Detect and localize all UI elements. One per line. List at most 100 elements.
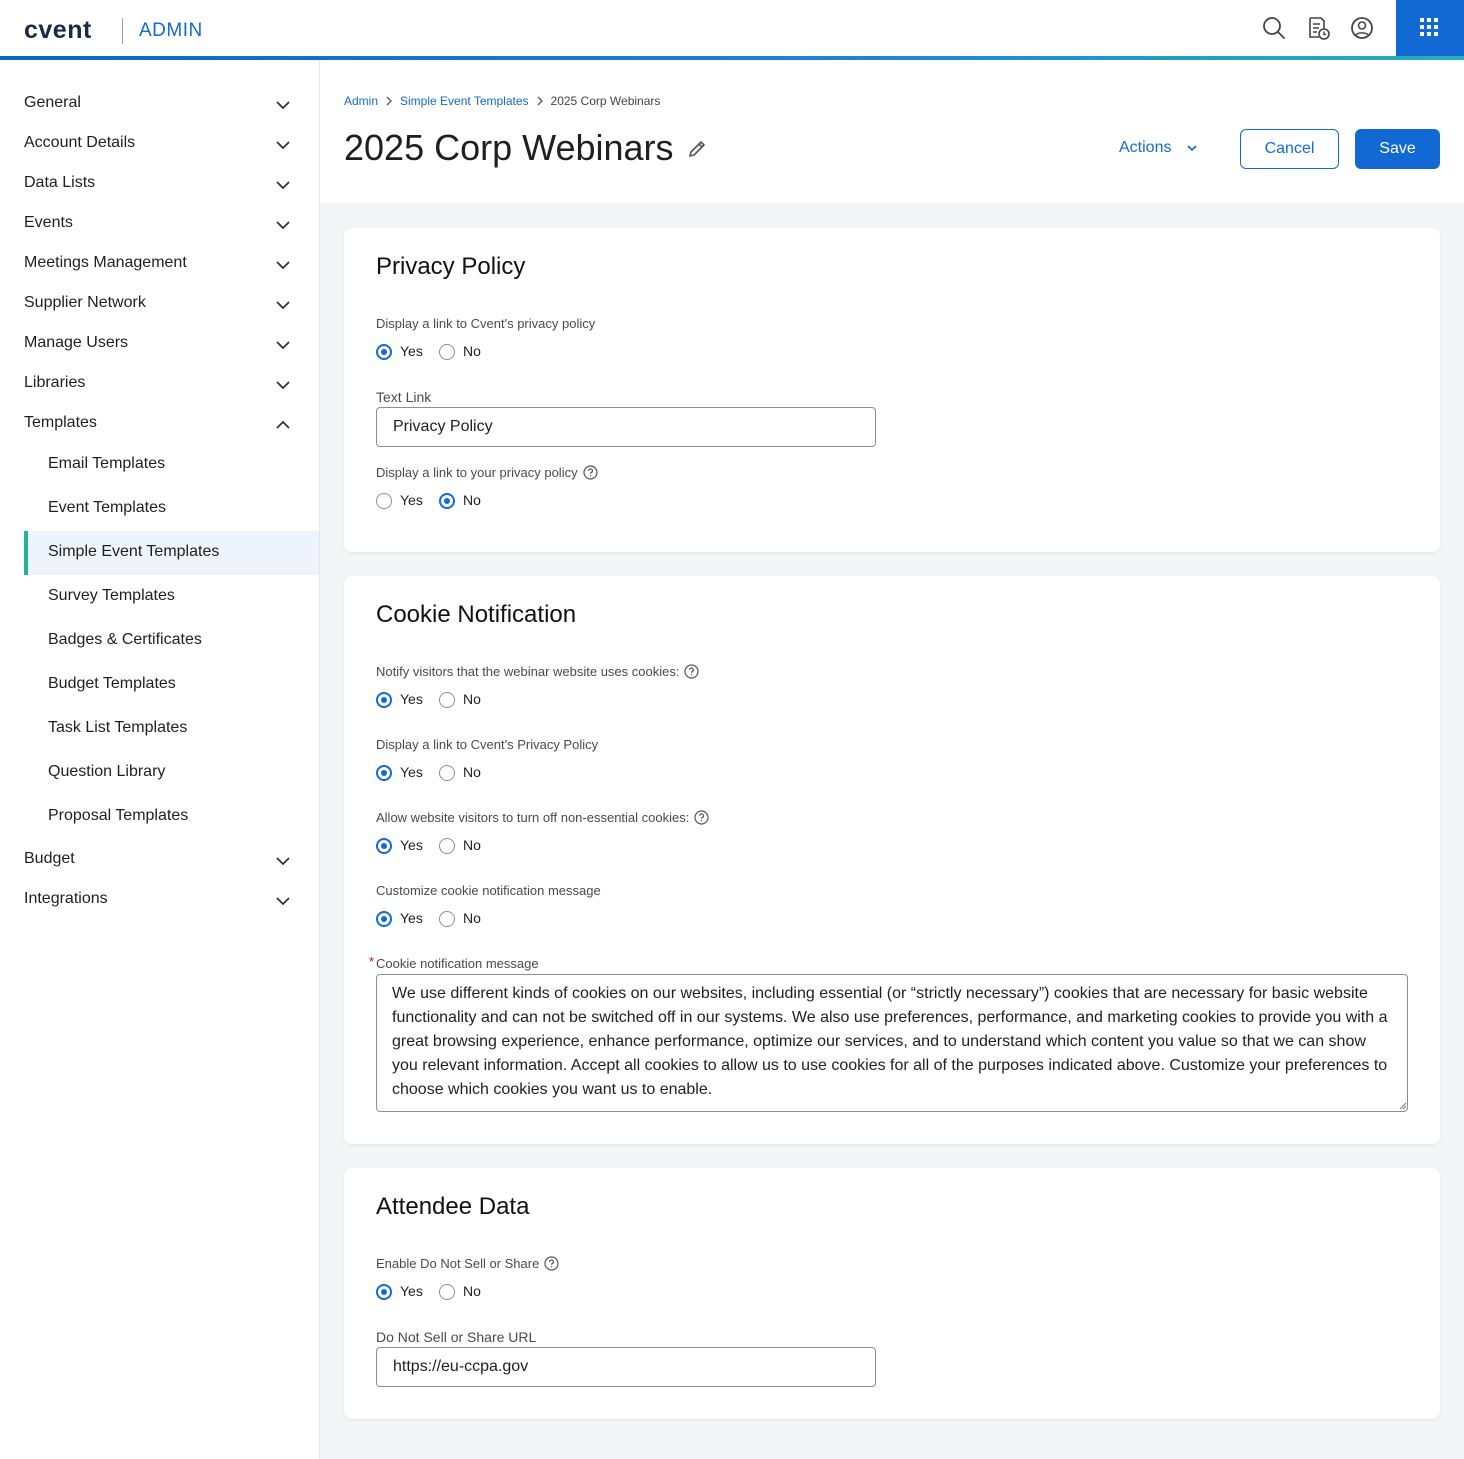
sidebar-subitem-question-library[interactable]: Question Library <box>24 751 319 795</box>
edit-pencil-icon[interactable] <box>686 138 708 160</box>
sidebar-item-libraries[interactable]: Libraries <box>0 364 319 404</box>
radio-label: Yes <box>400 492 423 508</box>
radio-label: No <box>463 837 481 853</box>
sidebar-subitem-label: Budget Templates <box>48 675 176 692</box>
sidebar-subitem-label: Badges & Certificates <box>48 631 202 648</box>
field-label-text: Enable Do Not Sell or Share <box>376 1256 540 1271</box>
chevron-down-icon <box>276 381 290 390</box>
sidebar-item-budget[interactable]: Budget <box>0 840 319 880</box>
sidebar-item-supplier-network[interactable]: Supplier Network <box>0 284 319 324</box>
sidebar-item-label: Libraries <box>24 374 86 391</box>
chevron-down-icon <box>276 221 290 230</box>
resize-handle-icon[interactable] <box>1399 1102 1407 1110</box>
radio-label: No <box>463 910 481 926</box>
sidebar-subitem-proposal-templates[interactable]: Proposal Templates <box>24 795 319 839</box>
radio-label: No <box>463 691 481 707</box>
sidebar-item-templates[interactable]: Templates <box>0 404 319 444</box>
breadcrumb-current: 2025 Corp Webinars <box>550 94 661 108</box>
do-not-sell-url-label: Do Not Sell or Share URL <box>376 1329 537 1345</box>
sidebar-item-data-lists[interactable]: Data Lists <box>0 164 319 204</box>
breadcrumb: Admin Simple Event Templates 2025 Corp Web… <box>344 94 660 108</box>
chevron-up-icon <box>276 420 290 429</box>
breadcrumb-admin[interactable]: Admin <box>344 94 378 108</box>
sidebar-subitem-survey-templates[interactable]: Survey Templates <box>24 575 319 619</box>
radio-label: No <box>463 764 481 780</box>
field-label-text: Display a link to your privacy policy <box>376 465 578 480</box>
chevron-down-icon <box>276 141 290 150</box>
do-not-sell-label: Enable Do Not Sell or Share <box>376 1256 559 1271</box>
sidebar-item-label: Budget <box>24 850 75 867</box>
sidebar-item-label: Account Details <box>24 134 136 151</box>
cvent-privacy-link-label: Display a link to Cvent's privacy policy <box>376 316 596 331</box>
card-title: Privacy Policy <box>376 253 526 280</box>
event-schedule-icon[interactable] <box>1304 14 1332 42</box>
help-icon[interactable] <box>694 810 709 825</box>
sidebar-subitem-label: Email Templates <box>48 455 166 472</box>
notify-cookies-label: Notify visitors that the webinar website… <box>376 664 700 679</box>
radio-label: Yes <box>400 691 423 707</box>
customize-message-label: Customize cookie notification message <box>376 883 601 898</box>
radio-dot <box>439 1284 455 1300</box>
text-link-input[interactable] <box>376 407 876 447</box>
sidebar-subitem-label: Task List Templates <box>48 719 188 736</box>
sidebar-subitem-task-list-templates[interactable]: Task List Templates <box>24 707 319 751</box>
sidebar-subitem-budget-templates[interactable]: Budget Templates <box>24 663 319 707</box>
chevron-down-icon <box>276 897 290 906</box>
sidebar-item-manage-users[interactable]: Manage Users <box>0 324 319 364</box>
radio-dot <box>376 911 392 927</box>
chevron-down-icon <box>1187 145 1197 152</box>
turn-off-cookies-label: Allow website visitors to turn off non-e… <box>376 810 709 825</box>
cvent-policy-link-label: Display a link to Cvent's Privacy Policy <box>376 737 599 752</box>
sidebar-subitem-event-templates[interactable]: Event Templates <box>24 487 319 531</box>
radio-label: No <box>463 343 481 359</box>
radio-dot <box>376 1284 392 1300</box>
radio-label: Yes <box>400 910 423 926</box>
sidebar-item-integrations[interactable]: Integrations <box>0 880 319 920</box>
radio-dot <box>376 838 392 854</box>
attendee-data-card: Attendee Data Enable Do Not Sell or Shar… <box>344 1168 1440 1419</box>
radio-label: Yes <box>400 343 423 359</box>
radio-dot <box>439 692 455 708</box>
chevron-down-icon <box>276 181 290 190</box>
save-button[interactable]: Save <box>1355 129 1440 169</box>
breadcrumb-simple-event-templates[interactable]: Simple Event Templates <box>400 94 529 108</box>
do-not-sell-url-input[interactable] <box>376 1347 876 1387</box>
sidebar-subitem-label: Event Templates <box>48 499 166 516</box>
page-title: 2025 Corp Webinars <box>344 127 674 168</box>
app-launcher-button[interactable] <box>1396 0 1464 56</box>
chevron-down-icon <box>276 101 290 110</box>
sidebar-subitem-email-templates[interactable]: Email Templates <box>24 443 319 487</box>
sidebar-subitem-label: Survey Templates <box>48 587 175 604</box>
field-label-text: Allow website visitors to turn off non-e… <box>376 810 690 825</box>
sidebar-item-general[interactable]: General <box>0 84 319 124</box>
cookie-notification-card: Cookie Notification Notify visitors that… <box>344 576 1440 1144</box>
sidebar-subitem-label: Simple Event Templates <box>48 543 220 560</box>
radio-dot <box>439 493 455 509</box>
sidebar-subitem-label: Proposal Templates <box>48 807 189 824</box>
help-icon[interactable] <box>544 1256 559 1271</box>
radio-dot <box>439 911 455 927</box>
text-link-label: Text Link <box>376 389 432 405</box>
actions-dropdown[interactable]: Actions <box>1110 130 1216 166</box>
cancel-button[interactable]: Cancel <box>1240 129 1339 169</box>
sidebar-subitem-badges-certificates[interactable]: Badges & Certificates <box>24 619 319 663</box>
radio-dot <box>439 838 455 854</box>
user-profile-icon[interactable] <box>1348 14 1376 42</box>
cookie-message-textarea[interactable]: We use different kinds of cookies on our… <box>376 974 1408 1112</box>
sidebar-item-account-details[interactable]: Account Details <box>0 124 319 164</box>
sidebar-item-label: Manage Users <box>24 334 129 351</box>
card-title: Cookie Notification <box>376 601 577 628</box>
sidebar-item-label: Integrations <box>24 890 108 907</box>
search-icon[interactable] <box>1260 14 1288 42</box>
radio-label: Yes <box>400 1283 423 1299</box>
sidebar-item-events[interactable]: Events <box>0 204 319 244</box>
cookie-message-label: Cookie notification message <box>376 956 539 971</box>
sidebar-subitem-simple-event-templates[interactable]: Simple Event Templates <box>24 531 319 575</box>
radio-dot <box>439 344 455 360</box>
radio-label: Yes <box>400 837 423 853</box>
help-icon[interactable] <box>684 664 700 679</box>
sidebar-item-meetings-management[interactable]: Meetings Management <box>0 244 319 284</box>
admin-section-label: ADMIN <box>139 20 203 41</box>
help-icon[interactable] <box>582 465 598 480</box>
cvent-logo[interactable]: cvent <box>24 16 92 45</box>
